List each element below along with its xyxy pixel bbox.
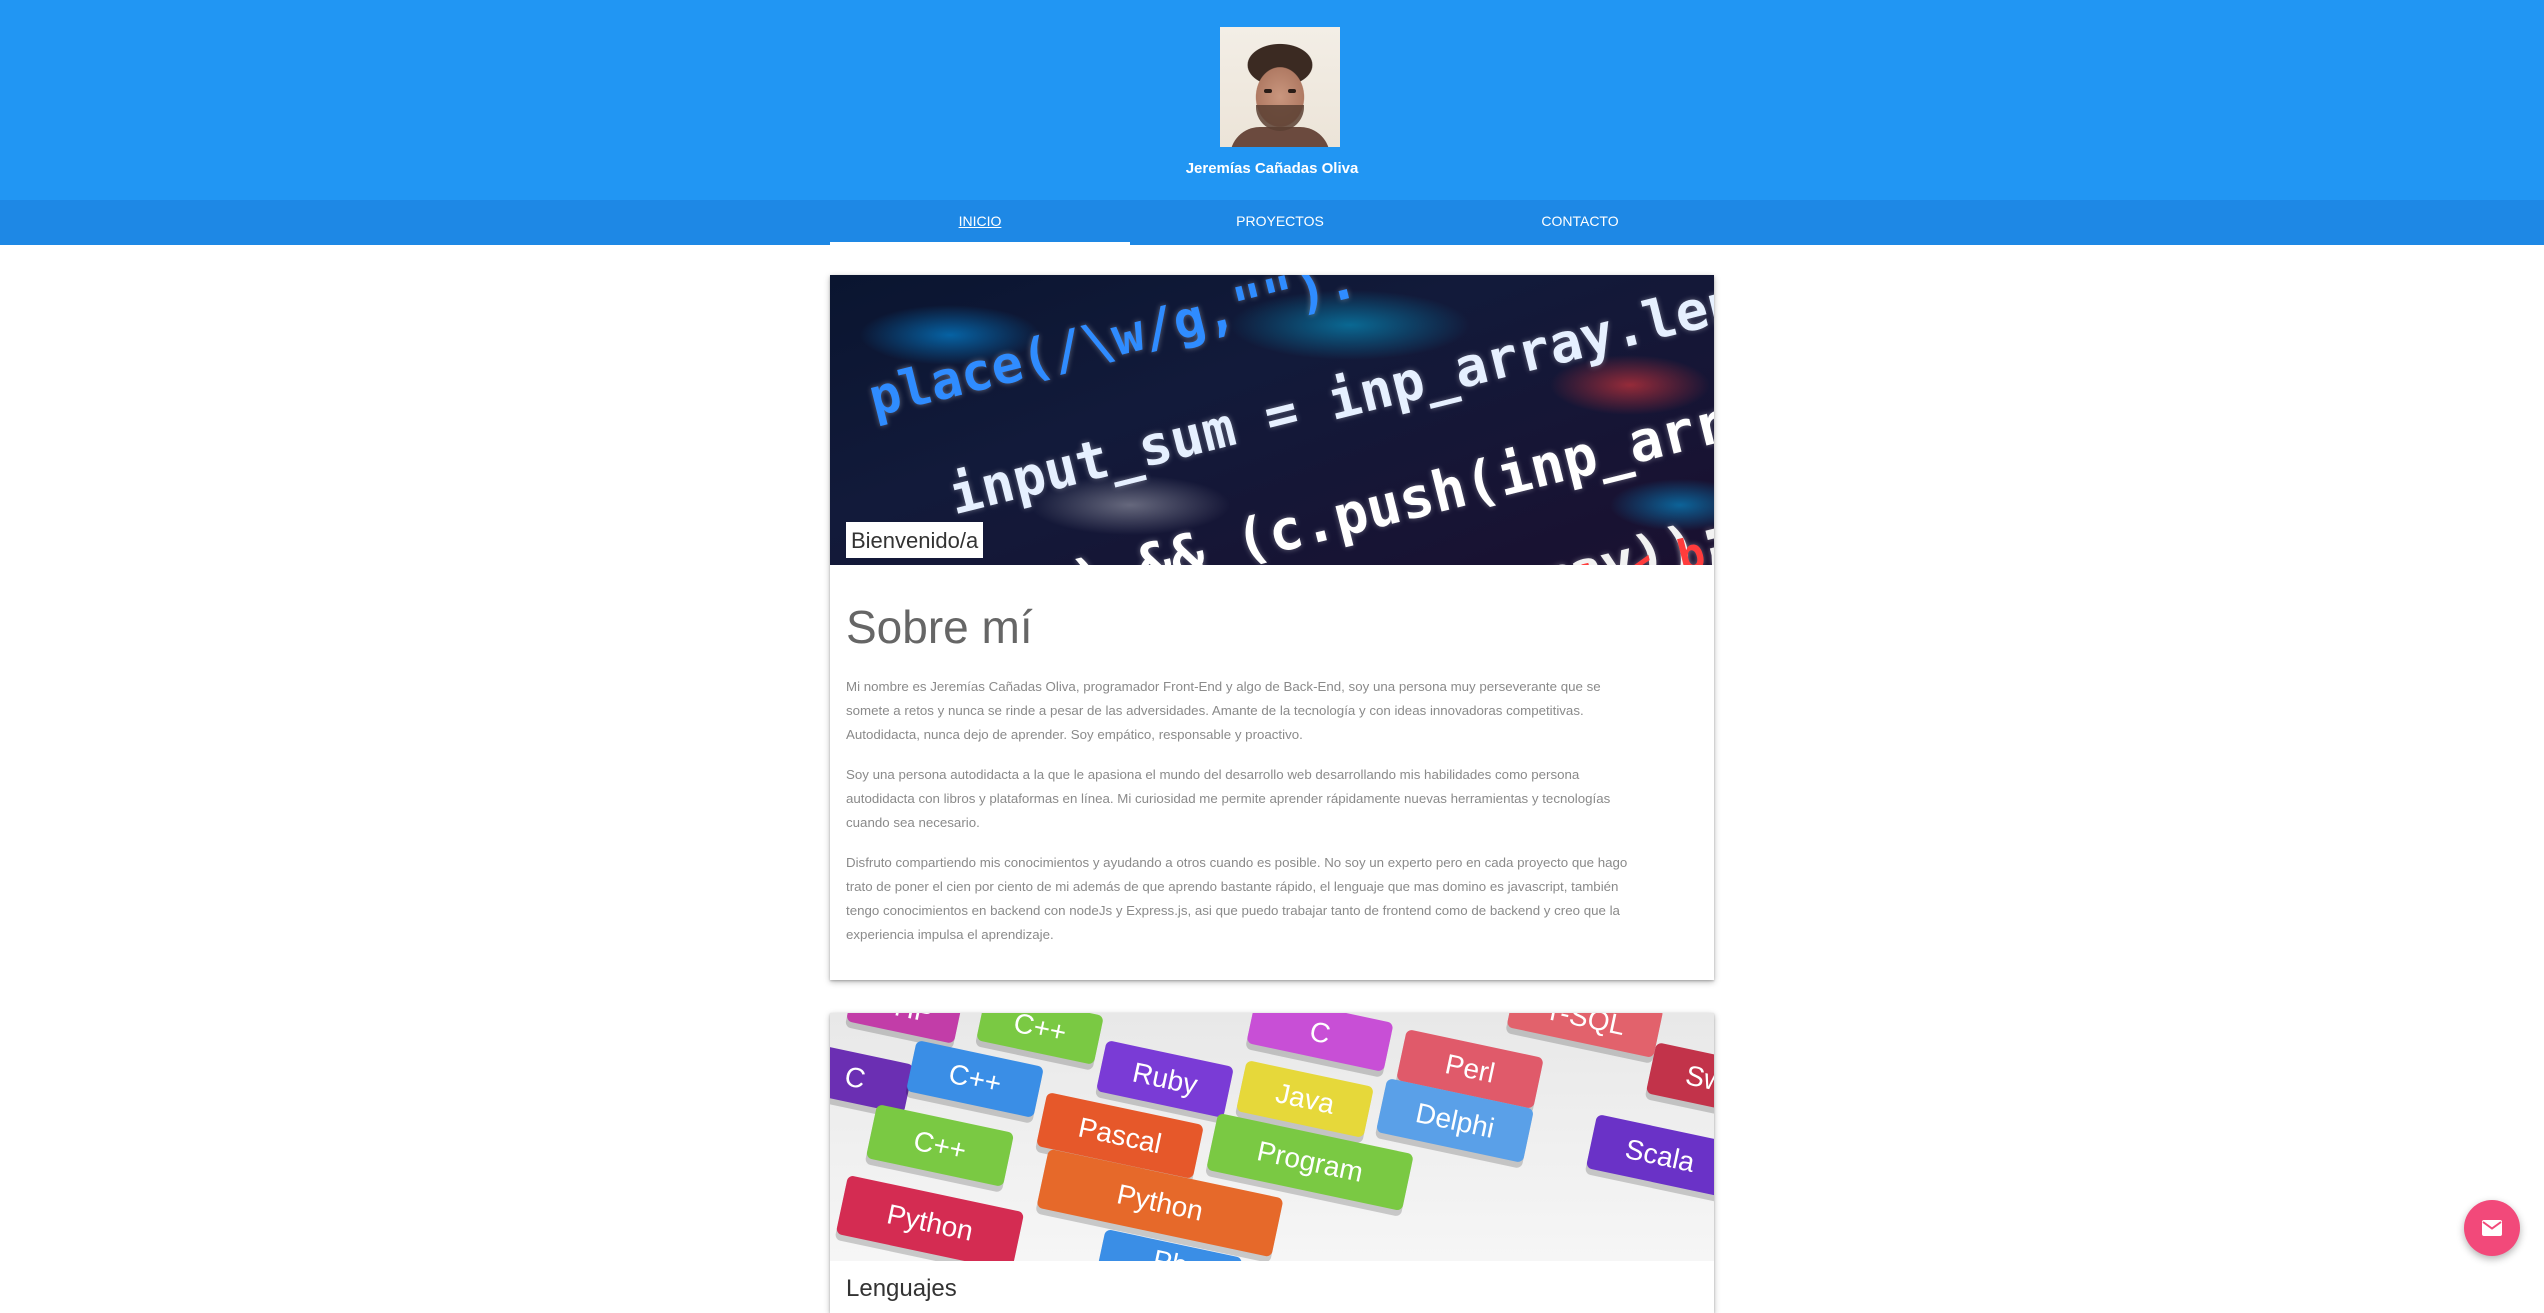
key: T-SQL <box>1506 1013 1664 1059</box>
key: C++ <box>906 1040 1044 1118</box>
avatar-eye <box>1288 89 1296 93</box>
key: Sw <box>1645 1042 1714 1116</box>
key: PHP <box>846 1013 964 1044</box>
key: C <box>830 1042 914 1114</box>
key: C++ <box>865 1104 1015 1187</box>
tab-inicio[interactable]: INICIO <box>830 200 1130 245</box>
about-card: place(/\w/g,""). input_sum = inp_array.l… <box>830 275 1714 980</box>
mail-icon <box>2482 1220 2502 1236</box>
about-title: Sobre mí <box>846 601 1033 653</box>
tab-label: INICIO <box>958 213 1002 229</box>
user-name: Jeremías Cañadas Oliva <box>1185 160 1359 177</box>
tab-contacto[interactable]: CONTACTO <box>1430 200 1730 245</box>
image-caption: Bienvenido/a <box>846 522 984 558</box>
key: C <box>1246 1013 1394 1073</box>
about-paragraph: Mi nombre es Jeremías Cañadas Oliva, pro… <box>846 679 1601 742</box>
about-paragraph: Disfruto compartiendo mis conocimientos … <box>846 855 1628 942</box>
tab-label: PROYECTOS <box>1236 213 1324 229</box>
languages-card: PHP C++ C T-SQL C C++ Ruby Perl Java Sw … <box>830 1013 1714 1313</box>
avatar-eye <box>1264 89 1272 93</box>
profile-header: Jeremías Cañadas Oliva <box>0 0 2544 200</box>
avatar <box>1220 27 1340 147</box>
tab-label: CONTACTO <box>1541 213 1619 229</box>
key: Python <box>835 1174 1025 1261</box>
about-body: Mi nombre es Jeremías Cañadas Oliva, pro… <box>846 675 1646 963</box>
about-paragraph: Soy una persona autodidacta a la que le … <box>846 767 1611 830</box>
languages-title: Lenguajes <box>846 1275 957 1302</box>
key: Scala <box>1585 1114 1714 1197</box>
keyboard-image: PHP C++ C T-SQL C C++ Ruby Perl Java Sw … <box>830 1013 1714 1261</box>
tab-proyectos[interactable]: PROYECTOS <box>1130 200 1430 245</box>
contact-fab[interactable] <box>2464 1200 2520 1256</box>
nav-tabs: INICIO PROYECTOS CONTACTO <box>0 200 2544 245</box>
